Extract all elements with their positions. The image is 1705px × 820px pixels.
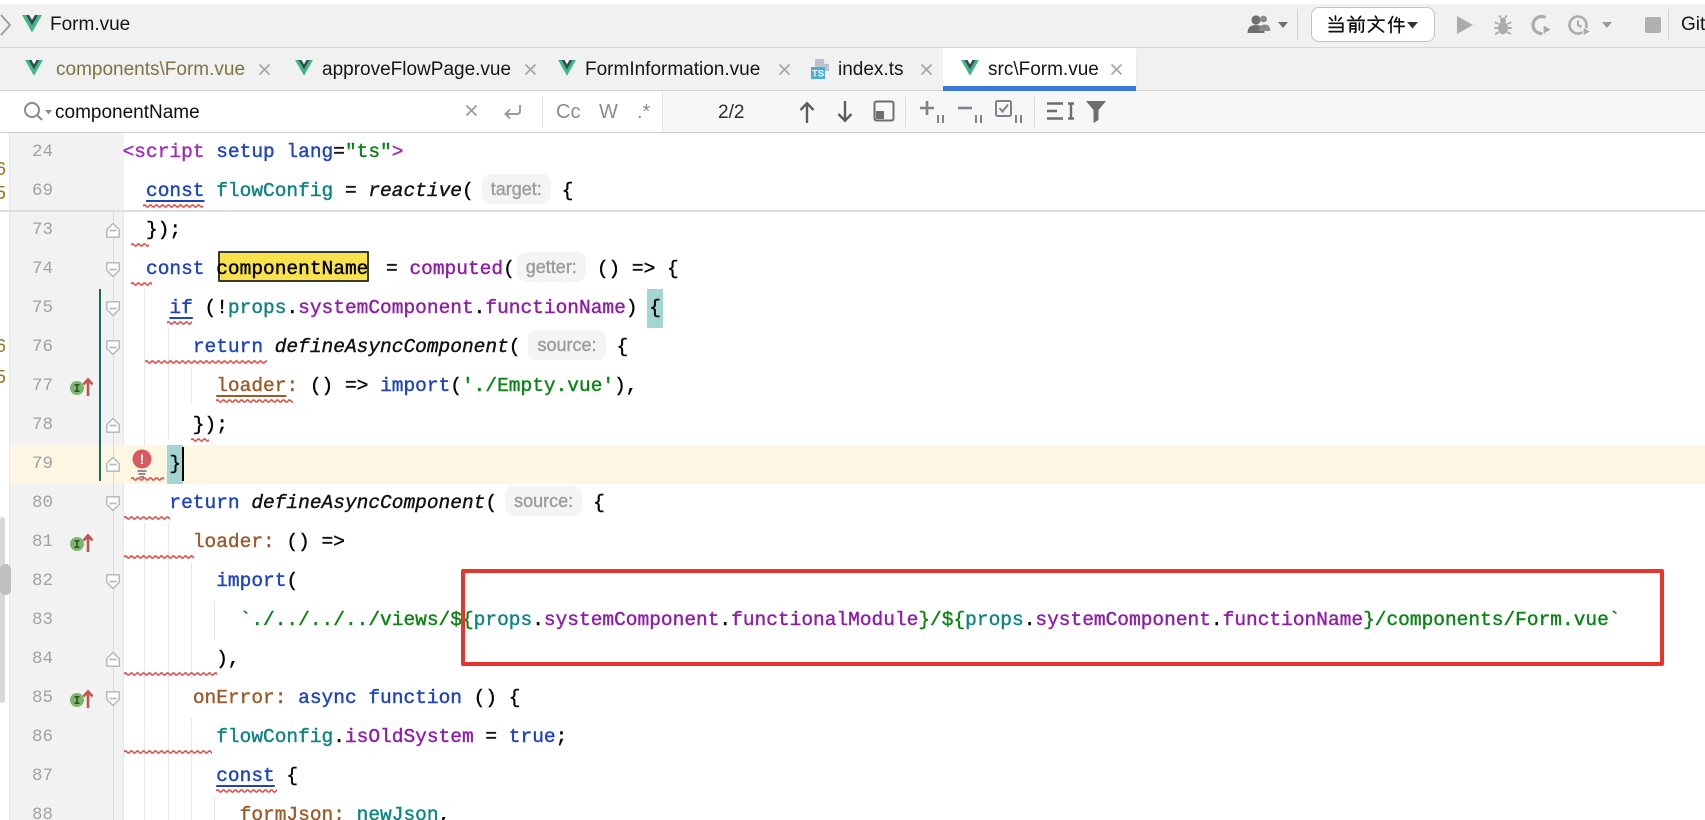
svg-text:TS: TS	[812, 69, 824, 80]
